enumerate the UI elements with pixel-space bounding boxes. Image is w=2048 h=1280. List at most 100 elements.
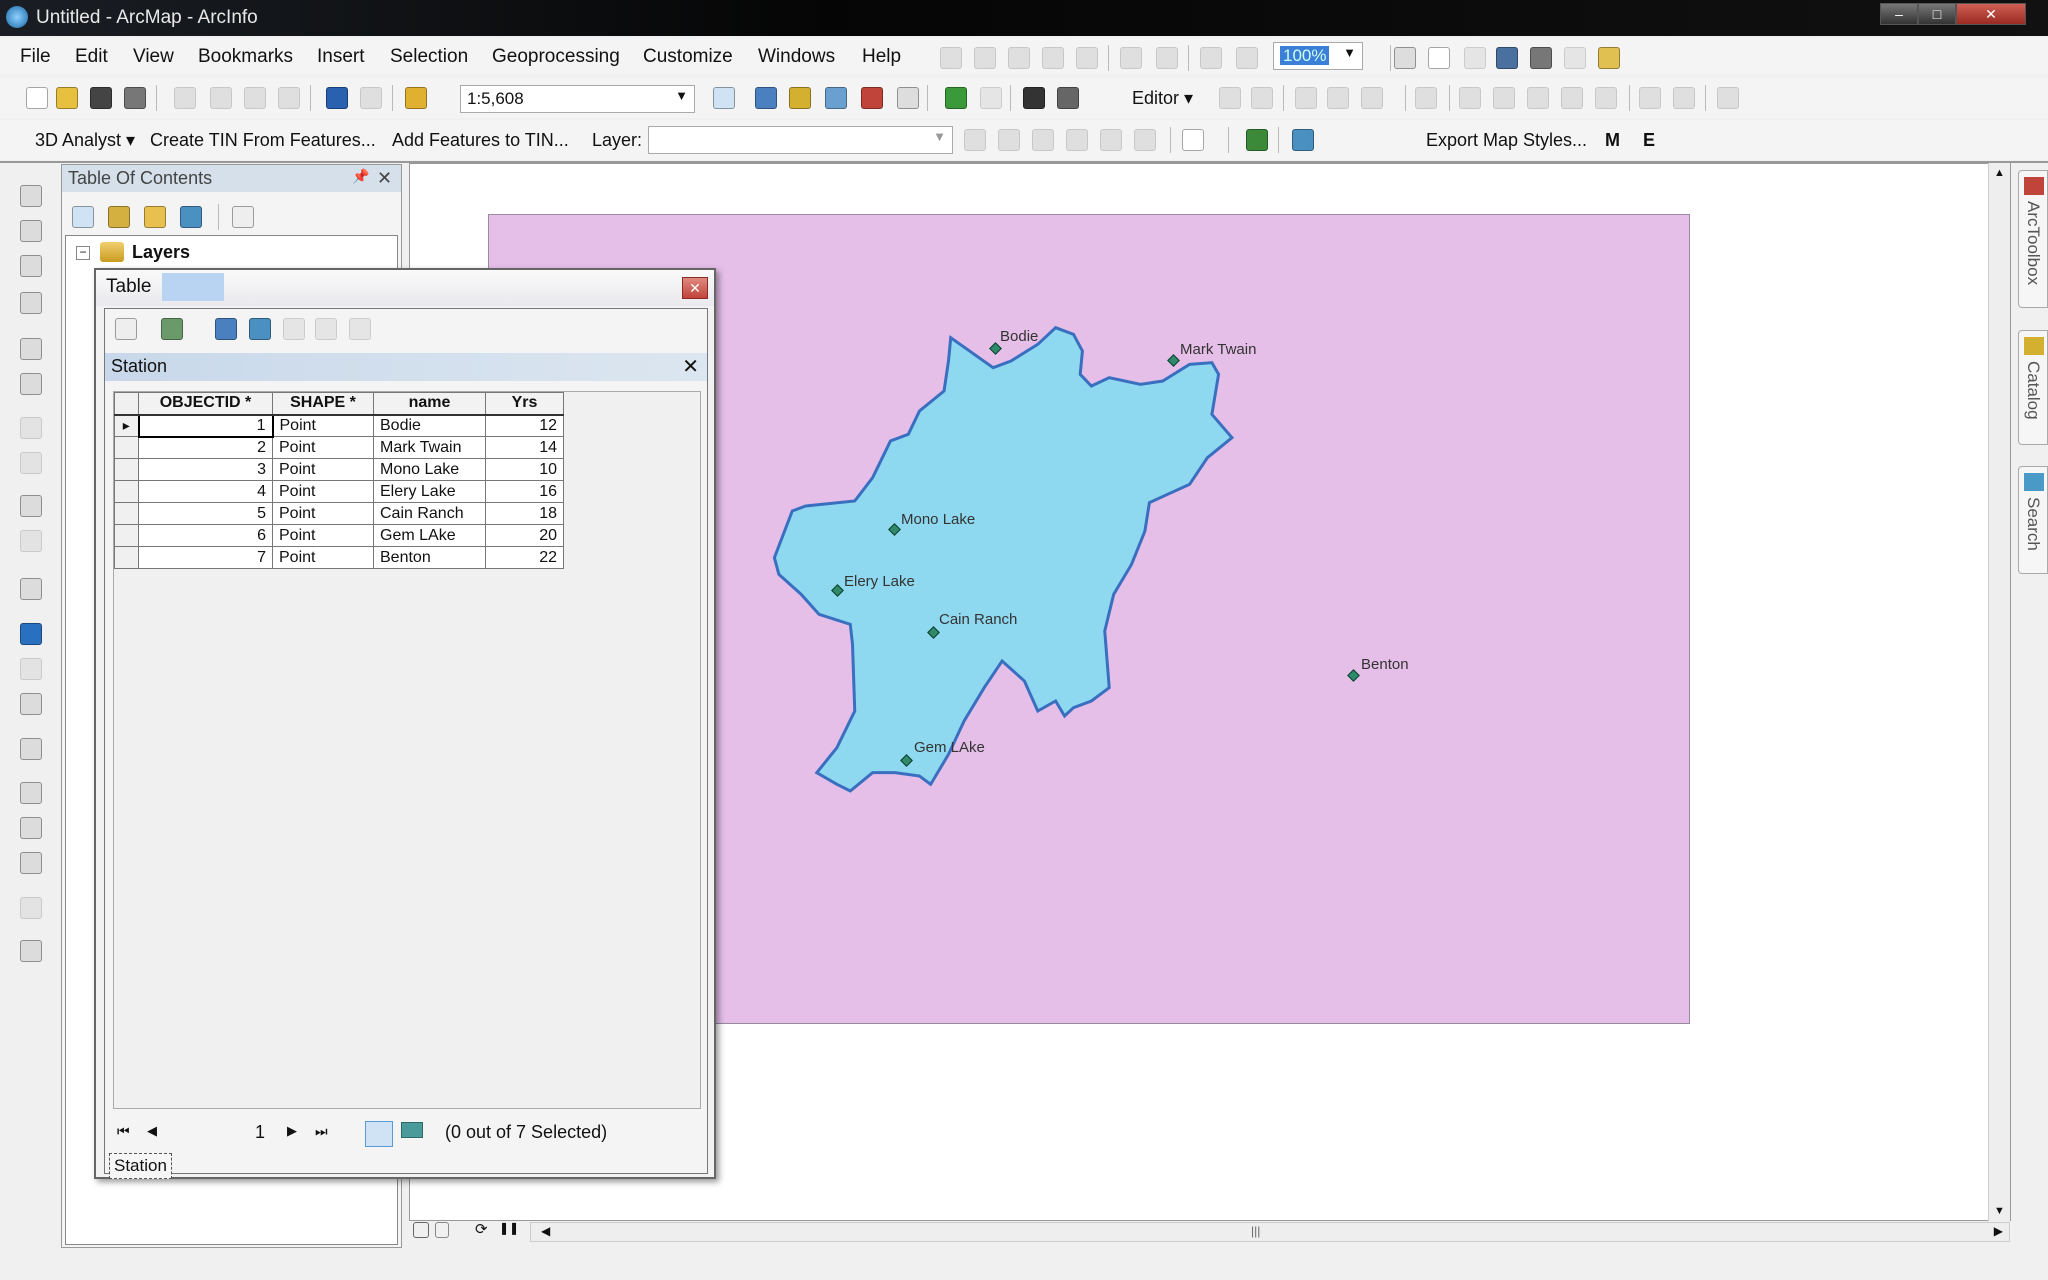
split-tool-icon[interactable]: [1415, 87, 1437, 109]
related-tables-icon[interactable]: [161, 318, 183, 340]
cell-yrs[interactable]: 16: [485, 480, 564, 503]
save-icon[interactable]: [90, 87, 112, 109]
fixed-zoom-in-icon[interactable]: [20, 338, 42, 360]
cell-objectid[interactable]: 4: [138, 480, 273, 503]
cut-polygons-icon[interactable]: [1493, 87, 1515, 109]
sketch-properties-icon[interactable]: [1673, 87, 1695, 109]
map-scale-combo[interactable]: 1:5,608 ▼: [460, 85, 695, 113]
maximize-button[interactable]: □: [1918, 3, 1956, 25]
toc-options-icon[interactable]: [232, 206, 254, 228]
cell-yrs[interactable]: 10: [485, 458, 564, 481]
arcglobe-icon[interactable]: [1292, 129, 1314, 151]
table-row[interactable]: 6 Point Gem LAke 20: [114, 524, 564, 547]
scroll-left-icon[interactable]: ◀: [541, 1224, 550, 1238]
cell-shape[interactable]: Point: [272, 480, 374, 503]
toc-close-button[interactable]: ✕: [377, 168, 392, 189]
find-route-icon[interactable]: [20, 817, 42, 839]
column-header-name[interactable]: name: [373, 392, 486, 416]
row-selector[interactable]: [114, 524, 139, 547]
whats-this-icon[interactable]: [1023, 87, 1045, 109]
open-time-slider-icon[interactable]: [20, 897, 42, 919]
copy-icon[interactable]: [210, 87, 232, 109]
e-button[interactable]: E: [1643, 130, 1655, 151]
column-header-shape[interactable]: SHAPE *: [272, 392, 374, 416]
model-builder-icon[interactable]: [945, 87, 967, 109]
editor-toolbar-icon[interactable]: [713, 87, 735, 109]
undo-edit-icon[interactable]: [1595, 87, 1617, 109]
toggle-draft-mode-icon[interactable]: [1394, 47, 1416, 69]
cell-objectid[interactable]: 6: [138, 524, 273, 547]
table-row[interactable]: 7 Point Benton 22: [114, 546, 564, 569]
clear-selection-icon[interactable]: [283, 318, 305, 340]
refresh-icon[interactable]: ⟳: [475, 1220, 488, 1238]
profile-graph-icon[interactable]: [1182, 129, 1204, 151]
table-close-button[interactable]: ✕: [682, 277, 708, 299]
data-driven-pages-icon[interactable]: [1496, 47, 1518, 69]
column-header-objectid[interactable]: OBJECTID *: [138, 392, 273, 416]
cell-yrs[interactable]: 18: [485, 502, 564, 525]
layout-misc-icon[interactable]: [1564, 47, 1586, 69]
straight-segment-icon[interactable]: [1295, 87, 1317, 109]
export-map-styles-button[interactable]: Export Map Styles...: [1426, 130, 1587, 151]
collapse-toggle[interactable]: −: [76, 246, 90, 260]
open-folder-icon[interactable]: [56, 87, 78, 109]
python-window-icon[interactable]: [897, 87, 919, 109]
menu-customize[interactable]: Customize: [643, 46, 733, 68]
column-header-yrs[interactable]: Yrs: [485, 392, 564, 416]
create-tin-button[interactable]: Create TIN From Features...: [150, 130, 376, 151]
cell-shape[interactable]: Point: [272, 458, 374, 481]
table-tab-station[interactable]: Station: [109, 1153, 172, 1179]
cut-icon[interactable]: [174, 87, 196, 109]
new-document-icon[interactable]: [26, 87, 48, 109]
menu-help[interactable]: Help: [862, 46, 901, 68]
paste-icon[interactable]: [244, 87, 266, 109]
cell-objectid[interactable]: 5: [138, 502, 273, 525]
menu-geoprocessing[interactable]: Geoprocessing: [492, 46, 620, 68]
undo-icon[interactable]: [326, 87, 348, 109]
measure-icon[interactable]: [20, 738, 42, 760]
row-selector[interactable]: [114, 436, 139, 459]
cell-objectid[interactable]: 2: [138, 436, 273, 459]
delete-icon[interactable]: [278, 87, 300, 109]
print-icon[interactable]: [124, 87, 146, 109]
back-extent-icon[interactable]: [20, 417, 42, 439]
zoom-in-layout-icon[interactable]: [940, 47, 962, 69]
table-row[interactable]: ▸ 1 Point Bodie 12: [114, 413, 564, 438]
layout-zoom-combo[interactable]: 100% ▼: [1273, 42, 1363, 70]
change-layout-icon[interactable]: [1464, 47, 1486, 69]
cell-shape[interactable]: Point: [272, 524, 374, 547]
data-view-button[interactable]: [413, 1222, 429, 1238]
list-by-selection-icon[interactable]: [180, 206, 202, 228]
scroll-up-icon[interactable]: ▲: [1994, 167, 2005, 179]
cell-yrs[interactable]: 22: [485, 546, 564, 569]
html-popup-icon[interactable]: [20, 693, 42, 715]
identify-icon[interactable]: [20, 623, 42, 645]
menu-view[interactable]: View: [133, 46, 174, 68]
list-by-drawing-order-icon[interactable]: [72, 206, 94, 228]
line-of-sight-icon[interactable]: [1032, 129, 1054, 151]
pin-icon[interactable]: 📌: [352, 168, 369, 185]
catalog-window-icon[interactable]: [789, 87, 811, 109]
select-elements-icon[interactable]: [20, 578, 42, 600]
fixed-zoom-out-icon[interactable]: [1156, 47, 1178, 69]
add-features-to-tin-button[interactable]: Add Features to TIN...: [392, 130, 569, 151]
hyperlink-icon[interactable]: [20, 658, 42, 680]
select-features-icon[interactable]: [20, 495, 42, 517]
focus-data-frame-icon[interactable]: [1428, 47, 1450, 69]
table-row[interactable]: 4 Point Elery Lake 16: [114, 480, 564, 503]
row-selector[interactable]: [114, 502, 139, 525]
cell-name[interactable]: Gem LAke: [373, 524, 486, 547]
cell-yrs[interactable]: 12: [485, 414, 564, 437]
next-record-button[interactable]: ▶: [287, 1123, 297, 1139]
cell-objectid[interactable]: 1: [137, 413, 274, 438]
show-all-records-button[interactable]: [365, 1121, 393, 1147]
steepest-path-icon[interactable]: [998, 129, 1020, 151]
clear-selected-icon[interactable]: [20, 530, 42, 552]
zoom-100-icon[interactable]: [1076, 47, 1098, 69]
list-by-visibility-icon[interactable]: [144, 206, 166, 228]
attributes-icon[interactable]: [1639, 87, 1661, 109]
cell-name[interactable]: Mark Twain: [373, 436, 486, 459]
layer-select[interactable]: ▼: [648, 126, 953, 154]
minimize-button[interactable]: ‒: [1880, 3, 1918, 25]
row-selector[interactable]: [114, 546, 139, 569]
